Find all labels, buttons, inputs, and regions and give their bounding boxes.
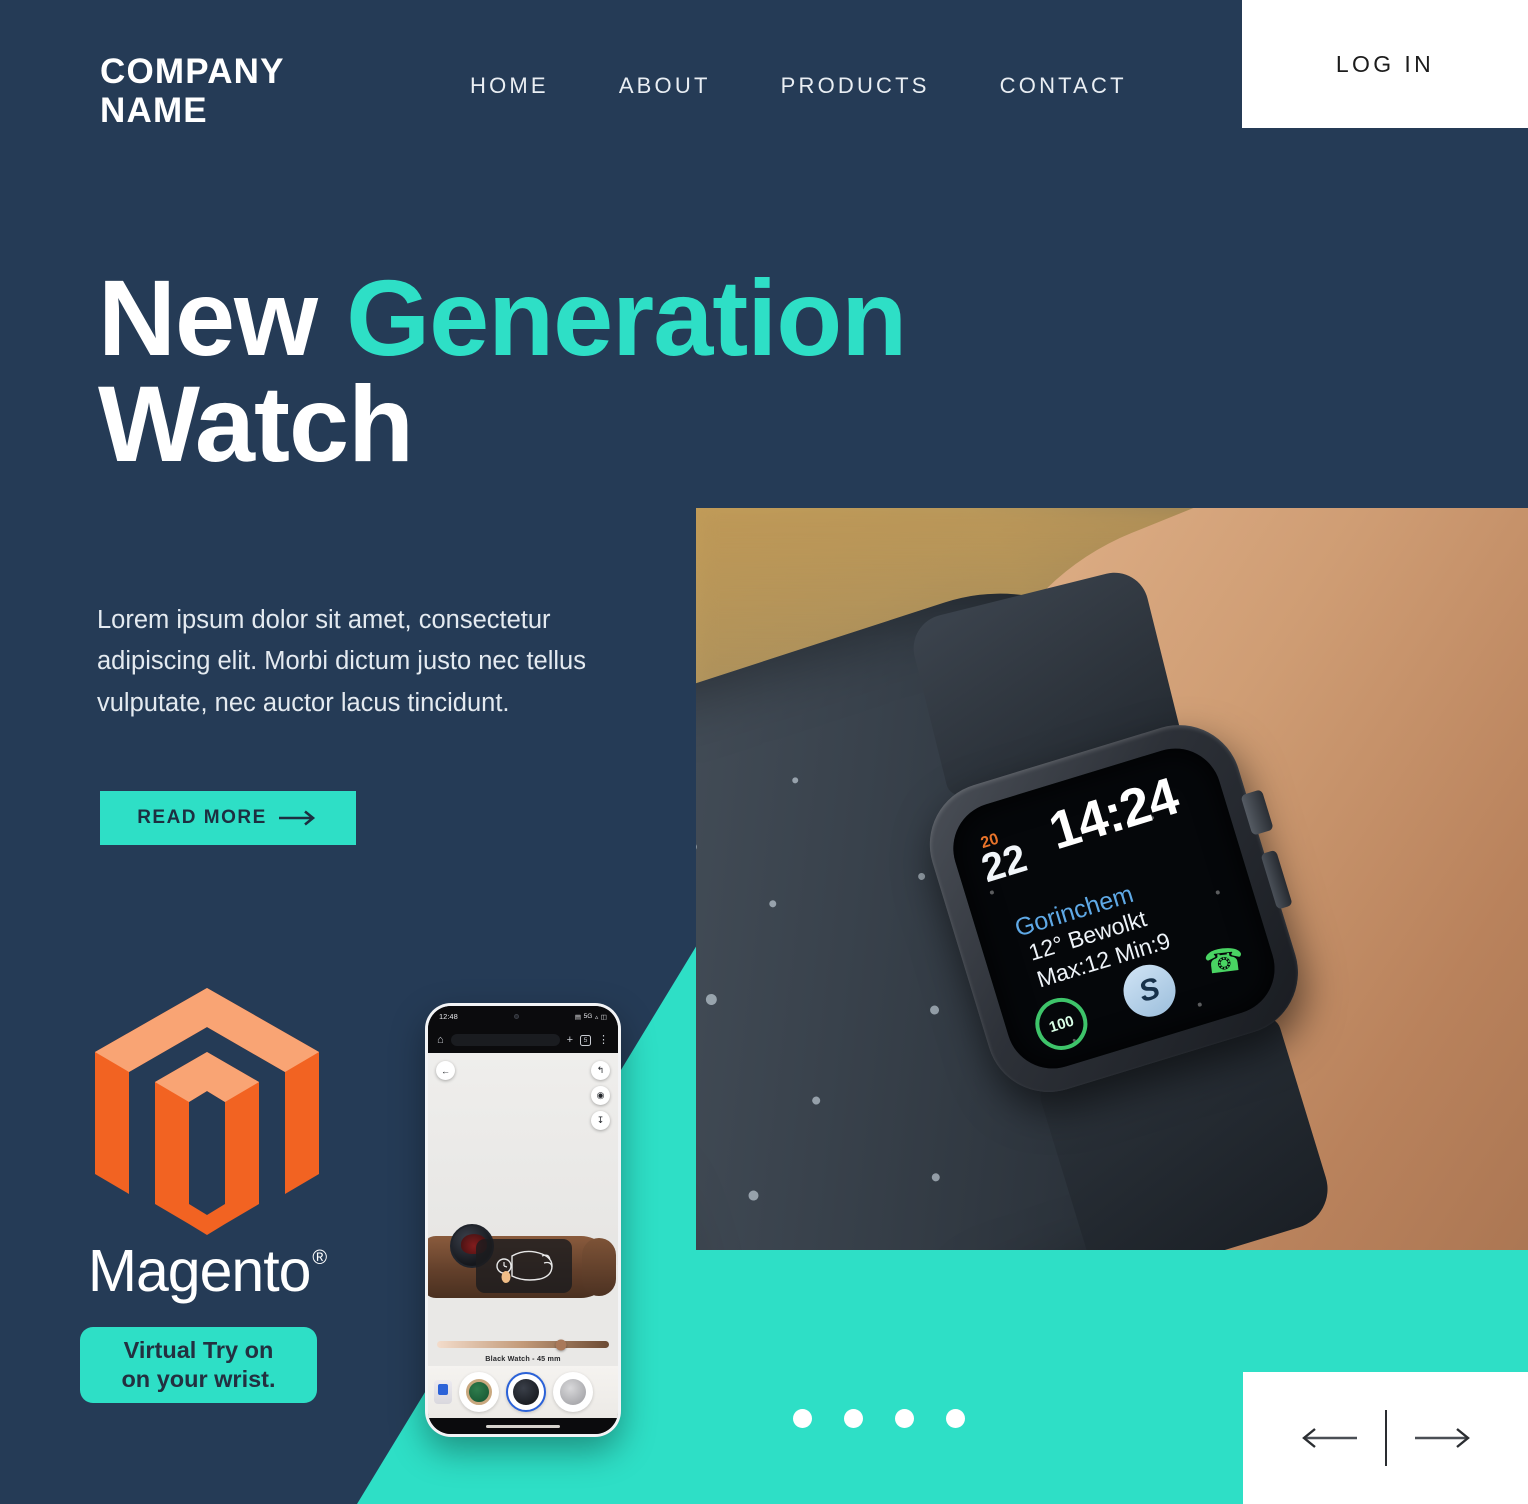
login-label: LOG IN	[1335, 50, 1435, 77]
wrist-tap-hint-icon	[476, 1238, 572, 1293]
magento-name: Magento	[87, 1238, 312, 1304]
watch-hero-photo: 20 22 14:24 Gorinchem 12° Bewolkt Max:12…	[696, 508, 1528, 1250]
size-slider[interactable]	[437, 1339, 609, 1350]
size-slider-knob[interactable]	[555, 1339, 567, 1350]
nav-item-home[interactable]: HOME	[470, 73, 549, 99]
watch-activity-ring: 100	[1028, 991, 1094, 1057]
title-part-3: Watch	[98, 362, 414, 484]
ar-viewer: ← ↰ ◉ ↧ Black Watch - 45 mm	[428, 1053, 618, 1418]
front-camera-punchhole	[513, 1014, 519, 1019]
status-network: 5G	[583, 1013, 593, 1020]
nav-item-contact[interactable]: CONTACT	[1000, 73, 1127, 99]
status-icons: ▤ 5G ▵ ◫	[575, 1013, 607, 1021]
home-icon[interactable]: ⌂	[437, 1034, 444, 1046]
watch-time: 14:24	[1042, 766, 1185, 862]
tabs-icon[interactable]: 5	[580, 1034, 591, 1046]
watch-thumbnail-tray	[428, 1366, 618, 1418]
thumbnail-black-chronograph-watch[interactable]	[506, 1372, 546, 1412]
color-chip-icon[interactable]	[434, 1380, 452, 1404]
browser-chrome-bar: ⌂ + 5 ⋮	[428, 1027, 618, 1053]
shazam-icon: S	[1117, 958, 1182, 1024]
main-nav: HOME ABOUT PRODUCTS CONTACT	[470, 73, 1127, 99]
arrow-right-icon	[278, 810, 315, 826]
signal-icon: ▵	[594, 1013, 599, 1021]
watch-face: 20 22 14:24 Gorinchem 12° Bewolkt Max:12…	[941, 737, 1286, 1080]
nav-item-about[interactable]: ABOUT	[619, 73, 711, 99]
download-icon[interactable]: ↧	[591, 1111, 610, 1130]
carousel-dot-2[interactable]	[844, 1409, 863, 1428]
virtual-try-on-badge: Virtual Try on on your wrist.	[80, 1327, 317, 1403]
logo-line-1: COMPANY	[100, 52, 285, 91]
hero-landing-page: 20 22 14:24 Gorinchem 12° Bewolkt Max:12…	[0, 0, 1528, 1504]
product-caption: Black Watch - 45 mm	[485, 1354, 561, 1363]
carousel-dot-3[interactable]	[895, 1409, 914, 1428]
arrow-right-icon	[1414, 1428, 1470, 1448]
company-logo[interactable]: COMPANY NAME	[100, 52, 285, 130]
phone-icon: ☎	[1201, 940, 1246, 981]
magento-trademark: ®	[312, 1247, 327, 1269]
carousel-dots	[793, 1409, 965, 1428]
phone-screen: 12:48 ▤ 5G ▵ ◫ ⌂ + 5 ⋮ ← ↰ ◉ ↧ Black Wat…	[428, 1006, 618, 1434]
title-part-2: Generation	[346, 257, 907, 378]
status-time: 12:48	[439, 1012, 458, 1021]
arrow-left-icon	[1301, 1428, 1357, 1448]
carousel-prev-button[interactable]	[1299, 1426, 1357, 1450]
watch-activity-value: 100	[1046, 1012, 1076, 1036]
carousel-nav	[1243, 1372, 1528, 1504]
plus-icon[interactable]: +	[567, 1034, 573, 1046]
address-bar[interactable]	[450, 1034, 560, 1046]
read-more-label: READ MORE	[137, 807, 267, 828]
thumbnail-silver-watch[interactable]	[553, 1372, 593, 1412]
page-title: New Generation Watch	[98, 264, 1278, 478]
hero-paragraph: Lorem ipsum dolor sit amet, consectetur …	[97, 606, 586, 717]
magento-logo: Magento ®	[72, 988, 342, 1301]
title-part-1: New	[98, 257, 347, 378]
share-icon[interactable]: ↰	[591, 1061, 610, 1080]
thumbnail-green-chronograph-watch[interactable]	[459, 1372, 499, 1412]
camera-icon[interactable]: ◉	[591, 1086, 610, 1105]
sim-icon: ▤	[574, 1013, 582, 1021]
logo-line-2: NAME	[100, 91, 208, 131]
badge-line-2: on your wrist.	[121, 1366, 276, 1392]
badge-line-1: Virtual Try on	[123, 1337, 274, 1364]
magento-wordmark: Magento ®	[72, 1242, 342, 1301]
phone-status-bar: 12:48 ▤ 5G ▵ ◫	[428, 1006, 618, 1027]
phone-home-indicator	[428, 1418, 618, 1434]
carousel-next-button[interactable]	[1414, 1426, 1473, 1450]
carousel-dot-1[interactable]	[793, 1409, 812, 1428]
carousel-nav-divider	[1384, 1410, 1387, 1466]
read-more-button[interactable]: READ MORE	[100, 791, 356, 845]
magento-mark-icon	[95, 988, 319, 1235]
battery-icon: ◫	[600, 1013, 607, 1021]
carousel-dot-4[interactable]	[946, 1409, 965, 1428]
back-arrow-icon[interactable]: ←	[436, 1061, 455, 1080]
phone-mockup: 12:48 ▤ 5G ▵ ◫ ⌂ + 5 ⋮ ← ↰ ◉ ↧ Black Wat…	[425, 1003, 621, 1437]
nav-item-products[interactable]: PRODUCTS	[781, 73, 930, 99]
login-button[interactable]: LOG IN	[1242, 0, 1528, 128]
tabs-count: 5	[583, 1036, 588, 1044]
kebab-menu-icon[interactable]: ⋮	[598, 1034, 609, 1046]
